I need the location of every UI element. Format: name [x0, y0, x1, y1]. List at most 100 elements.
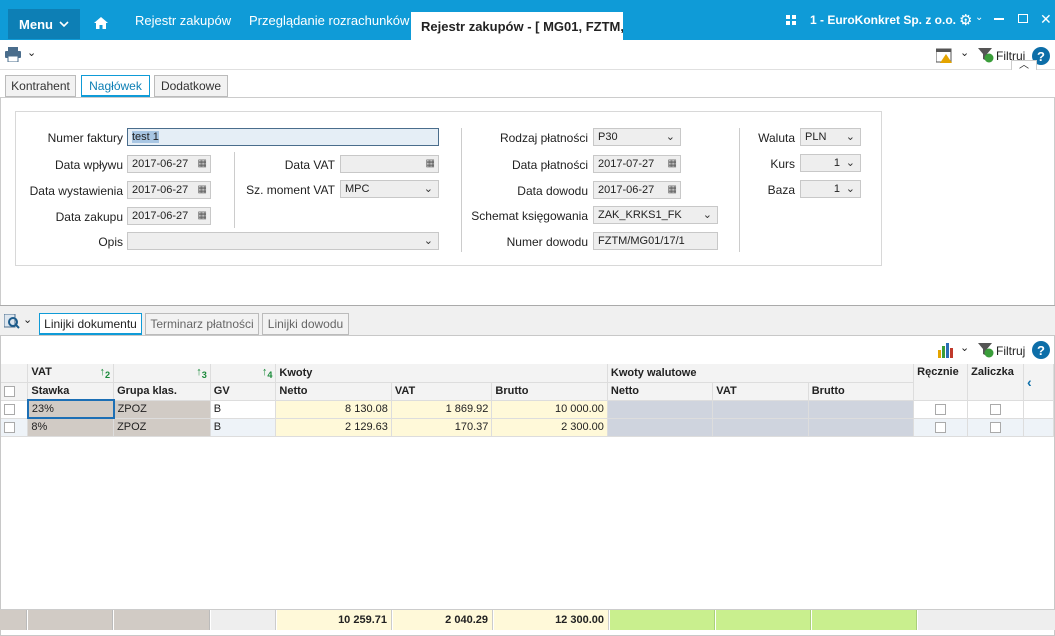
close-icon[interactable]: ✕ — [1040, 11, 1052, 28]
menu-label: Menu — [19, 16, 53, 32]
recznie-checkbox[interactable] — [935, 403, 947, 415]
zaliczka-checkbox[interactable] — [990, 421, 1002, 433]
company-selector[interactable]: 1 - EuroKonkret Sp. z o.o. ⌄ — [810, 0, 969, 40]
data-zakupu-input[interactable]: 2017-06-27 ▦ — [127, 207, 211, 225]
tab-rejestr-zakupow-active[interactable]: Rejestr zakupów - [ MG01, FZTM, 1 — [411, 12, 623, 40]
stawka-cell[interactable]: 23% — [26, 399, 115, 419]
tab-dodatkowe[interactable]: Dodatkowe — [154, 75, 228, 97]
tab-terminarz-platnosci[interactable]: Terminarz płatności — [145, 313, 259, 335]
recznie-cell[interactable] — [913, 418, 969, 437]
zaliczka-checkbox[interactable] — [990, 403, 1002, 415]
column-header-gv[interactable]: GV — [210, 382, 277, 401]
chevron-down-icon: ⌄ — [702, 209, 712, 221]
tab-naglowek[interactable]: Nagłówek — [81, 75, 150, 97]
select-all-cell[interactable] — [1, 382, 29, 401]
apps-grid-icon[interactable] — [786, 15, 797, 26]
total-brutto-value: 12 300.00 — [555, 614, 604, 626]
vat-cell[interactable]: 1 869.92 — [391, 400, 493, 419]
calendar-icon[interactable]: ▦ — [198, 184, 207, 195]
calendar-warning-icon[interactable] — [936, 48, 953, 63]
zaliczka-cell[interactable] — [967, 418, 1025, 437]
column-header-vat[interactable]: VAT — [391, 382, 493, 401]
column-header-recznie[interactable]: Ręcznie — [913, 364, 969, 401]
data-dowodu-input[interactable]: 2017-06-27 ▦ — [593, 181, 681, 199]
sort-icon[interactable]: ↑3 — [196, 366, 207, 380]
column-header-grupa-klas[interactable]: Grupa klas. — [113, 382, 211, 401]
baza-select[interactable]: 1 ⌄ — [800, 180, 861, 198]
table-row[interactable]: 8% ZPOZ B 2 129.63 170.37 2 300.00 — [1, 418, 1054, 437]
tab-linijki-dowodu[interactable]: Linijki dowodu — [262, 313, 349, 335]
calendar-icon[interactable]: ▦ — [426, 158, 435, 169]
rodzaj-platnosci-select[interactable]: P30 ⌄ — [593, 128, 681, 146]
collapse-button[interactable]: ︿ — [1011, 60, 1037, 71]
tab-kontrahent[interactable]: Kontrahent — [5, 75, 76, 97]
brutto-cell[interactable]: 2 300.00 — [491, 418, 608, 437]
column-header-netto-walutowe[interactable]: Netto — [607, 382, 714, 401]
gv-cell[interactable]: B — [210, 418, 277, 437]
data-wplywu-input[interactable]: 2017-06-27 ▦ — [127, 155, 211, 173]
filter-label[interactable]: Filtruj — [996, 344, 1025, 358]
chevron-down-icon[interactable]: ⌄ — [27, 46, 36, 59]
chevron-down-icon[interactable]: ⌄ — [960, 341, 969, 354]
recznie-cell[interactable] — [913, 400, 969, 419]
bar-chart-icon[interactable] — [938, 342, 956, 358]
kurs-select[interactable]: 1 ⌄ — [800, 154, 861, 172]
chevron-down-icon[interactable]: ⌄ — [23, 313, 32, 326]
netto-cell[interactable]: 2 129.63 — [275, 418, 392, 437]
netto-cell[interactable]: 8 130.08 — [275, 400, 392, 419]
minimize-icon[interactable] — [994, 18, 1004, 20]
filter-icon[interactable] — [978, 343, 994, 358]
home-icon[interactable] — [93, 16, 109, 30]
help-icon[interactable]: ? — [1032, 341, 1050, 359]
stawka-value: 8% — [31, 421, 48, 434]
opis-select[interactable]: ⌄ — [127, 232, 439, 250]
chevron-down-icon[interactable]: ⌄ — [960, 46, 969, 59]
column-header-netto[interactable]: Netto — [275, 382, 392, 401]
numer-dowodu-input[interactable]: FZTM/MG01/17/1 — [593, 232, 718, 250]
zaliczka-cell[interactable] — [967, 400, 1025, 419]
column-header-brutto-walutowe[interactable]: Brutto — [808, 382, 915, 401]
column-header-stawka[interactable]: Stawka — [27, 382, 115, 401]
sz-moment-vat-select[interactable]: MPC ⌄ — [340, 180, 439, 198]
stawka-cell[interactable]: 8% — [27, 418, 115, 437]
chevron-left-icon[interactable]: ‹ — [1023, 364, 1054, 401]
chevron-down-icon[interactable]: ⌄ — [975, 12, 983, 23]
tab-przegladanie-rozrachunkow[interactable]: Przeglądanie rozrachunków — [249, 0, 409, 40]
tab-linijki-dokumentu[interactable]: Linijki dokumentu — [39, 313, 142, 335]
select-all-checkbox[interactable] — [4, 385, 15, 397]
column-header-brutto[interactable]: Brutto — [491, 382, 608, 401]
table-row[interactable]: 23% ZPOZ B 8 130.08 1 869.92 10 000.00 — [1, 399, 1054, 419]
recznie-checkbox[interactable] — [935, 421, 947, 433]
menu-button[interactable]: Menu — [8, 9, 80, 39]
numer-faktury-input[interactable]: test 1 — [127, 128, 439, 146]
calendar-icon[interactable]: ▦ — [668, 184, 677, 195]
column-header-zaliczka[interactable]: Zaliczka — [967, 364, 1025, 401]
gear-icon[interactable]: ⚙ — [959, 11, 972, 29]
vat-cell[interactable]: 170.37 — [391, 418, 493, 437]
data-vat-input[interactable]: ▦ — [340, 155, 439, 173]
print-icon[interactable] — [5, 47, 21, 62]
row-select-cell[interactable] — [1, 400, 29, 419]
sort-icon[interactable]: ↑2 — [99, 366, 110, 380]
grupa-cell[interactable]: ZPOZ — [113, 400, 211, 419]
tab-rejestr-zakupow[interactable]: Rejestr zakupów — [135, 0, 231, 40]
grupa-cell[interactable]: ZPOZ — [113, 418, 211, 437]
row-select-cell[interactable] — [1, 418, 29, 437]
brutto-cell[interactable]: 10 000.00 — [491, 400, 608, 419]
data-platnosci-input[interactable]: 2017-07-27 ▦ — [593, 155, 681, 173]
maximize-icon[interactable] — [1018, 14, 1028, 23]
search-user-icon[interactable] — [4, 314, 20, 329]
waluta-select[interactable]: PLN ⌄ — [800, 128, 861, 146]
schemat-ksiegowania-select[interactable]: ZAK_KRKS1_FK ⌄ — [593, 206, 718, 224]
sort-icon[interactable]: ↑4 — [262, 366, 273, 380]
filter-icon[interactable] — [978, 48, 994, 63]
column-header-vat-walutowe[interactable]: VAT — [712, 382, 809, 401]
data-wystawienia-input[interactable]: 2017-06-27 ▦ — [127, 181, 211, 199]
calendar-icon[interactable]: ▦ — [198, 210, 207, 221]
data-wystawienia-value: 2017-06-27 — [132, 184, 189, 196]
row-checkbox[interactable] — [4, 403, 15, 415]
calendar-icon[interactable]: ▦ — [198, 158, 207, 169]
gv-cell[interactable]: B — [210, 400, 277, 419]
row-checkbox[interactable] — [4, 421, 15, 433]
calendar-icon[interactable]: ▦ — [668, 158, 677, 169]
